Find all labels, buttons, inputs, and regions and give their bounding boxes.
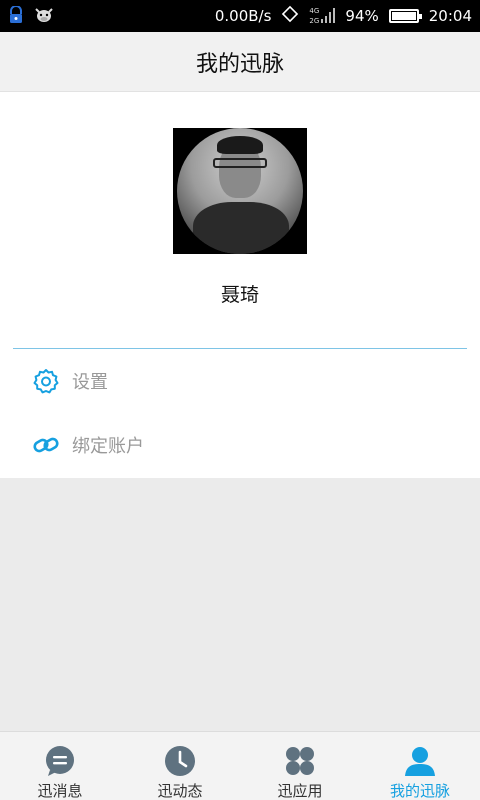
tab-label: 我的迅脉 bbox=[389, 782, 450, 800]
tab-label: 迅消息 bbox=[37, 782, 83, 800]
avatar-photo bbox=[177, 128, 303, 254]
bottom-tab-bar: 迅消息 迅动态 迅应用 我的迅脉 bbox=[0, 731, 480, 800]
signal-icon: 4G 2G bbox=[309, 6, 336, 26]
tab-apps[interactable]: 迅应用 bbox=[240, 732, 360, 800]
cow-notification-icon bbox=[34, 7, 54, 27]
apps-icon bbox=[284, 745, 316, 777]
menu-item-label: 设置 bbox=[72, 372, 108, 393]
rotate-icon bbox=[281, 5, 299, 27]
link-icon bbox=[33, 432, 59, 458]
title-bar: 我的迅脉 bbox=[0, 32, 480, 92]
clock-icon bbox=[164, 745, 196, 777]
page-title: 我的迅脉 bbox=[195, 51, 284, 77]
menu-item-settings[interactable]: 设置 bbox=[0, 349, 480, 413]
battery-icon bbox=[388, 9, 422, 23]
avatar-body bbox=[193, 202, 289, 254]
tab-label: 迅动态 bbox=[157, 782, 203, 800]
network-bottom-label: 2G bbox=[309, 17, 320, 25]
tab-my-profile[interactable]: 我的迅脉 bbox=[360, 732, 480, 800]
chat-icon bbox=[44, 745, 76, 777]
tab-dynamics[interactable]: 迅动态 bbox=[120, 732, 240, 800]
profile-card: 聂琦 设置 绑定账户 bbox=[0, 92, 480, 478]
tab-label: 迅应用 bbox=[277, 782, 323, 800]
tab-messages[interactable]: 迅消息 bbox=[0, 732, 120, 800]
person-icon bbox=[404, 745, 436, 777]
avatar-hair bbox=[217, 136, 263, 154]
net-speed: 0.00B/s bbox=[214, 7, 272, 25]
avatar-glasses bbox=[213, 158, 267, 168]
gear-icon bbox=[33, 368, 59, 394]
avatar[interactable] bbox=[173, 128, 307, 254]
user-name: 聂琦 bbox=[220, 284, 259, 306]
menu-item-bind-account[interactable]: 绑定账户 bbox=[0, 413, 480, 477]
battery-fill bbox=[391, 12, 417, 20]
menu-item-label: 绑定账户 bbox=[72, 436, 144, 457]
clock-time: 20:04 bbox=[428, 7, 472, 25]
battery-percent: 94% bbox=[345, 7, 379, 25]
status-bar: 0.00B/s 4G 2G 94% 20:04 bbox=[0, 0, 480, 32]
lock-notification-icon bbox=[8, 5, 24, 28]
network-top-label: 4G bbox=[309, 7, 320, 15]
